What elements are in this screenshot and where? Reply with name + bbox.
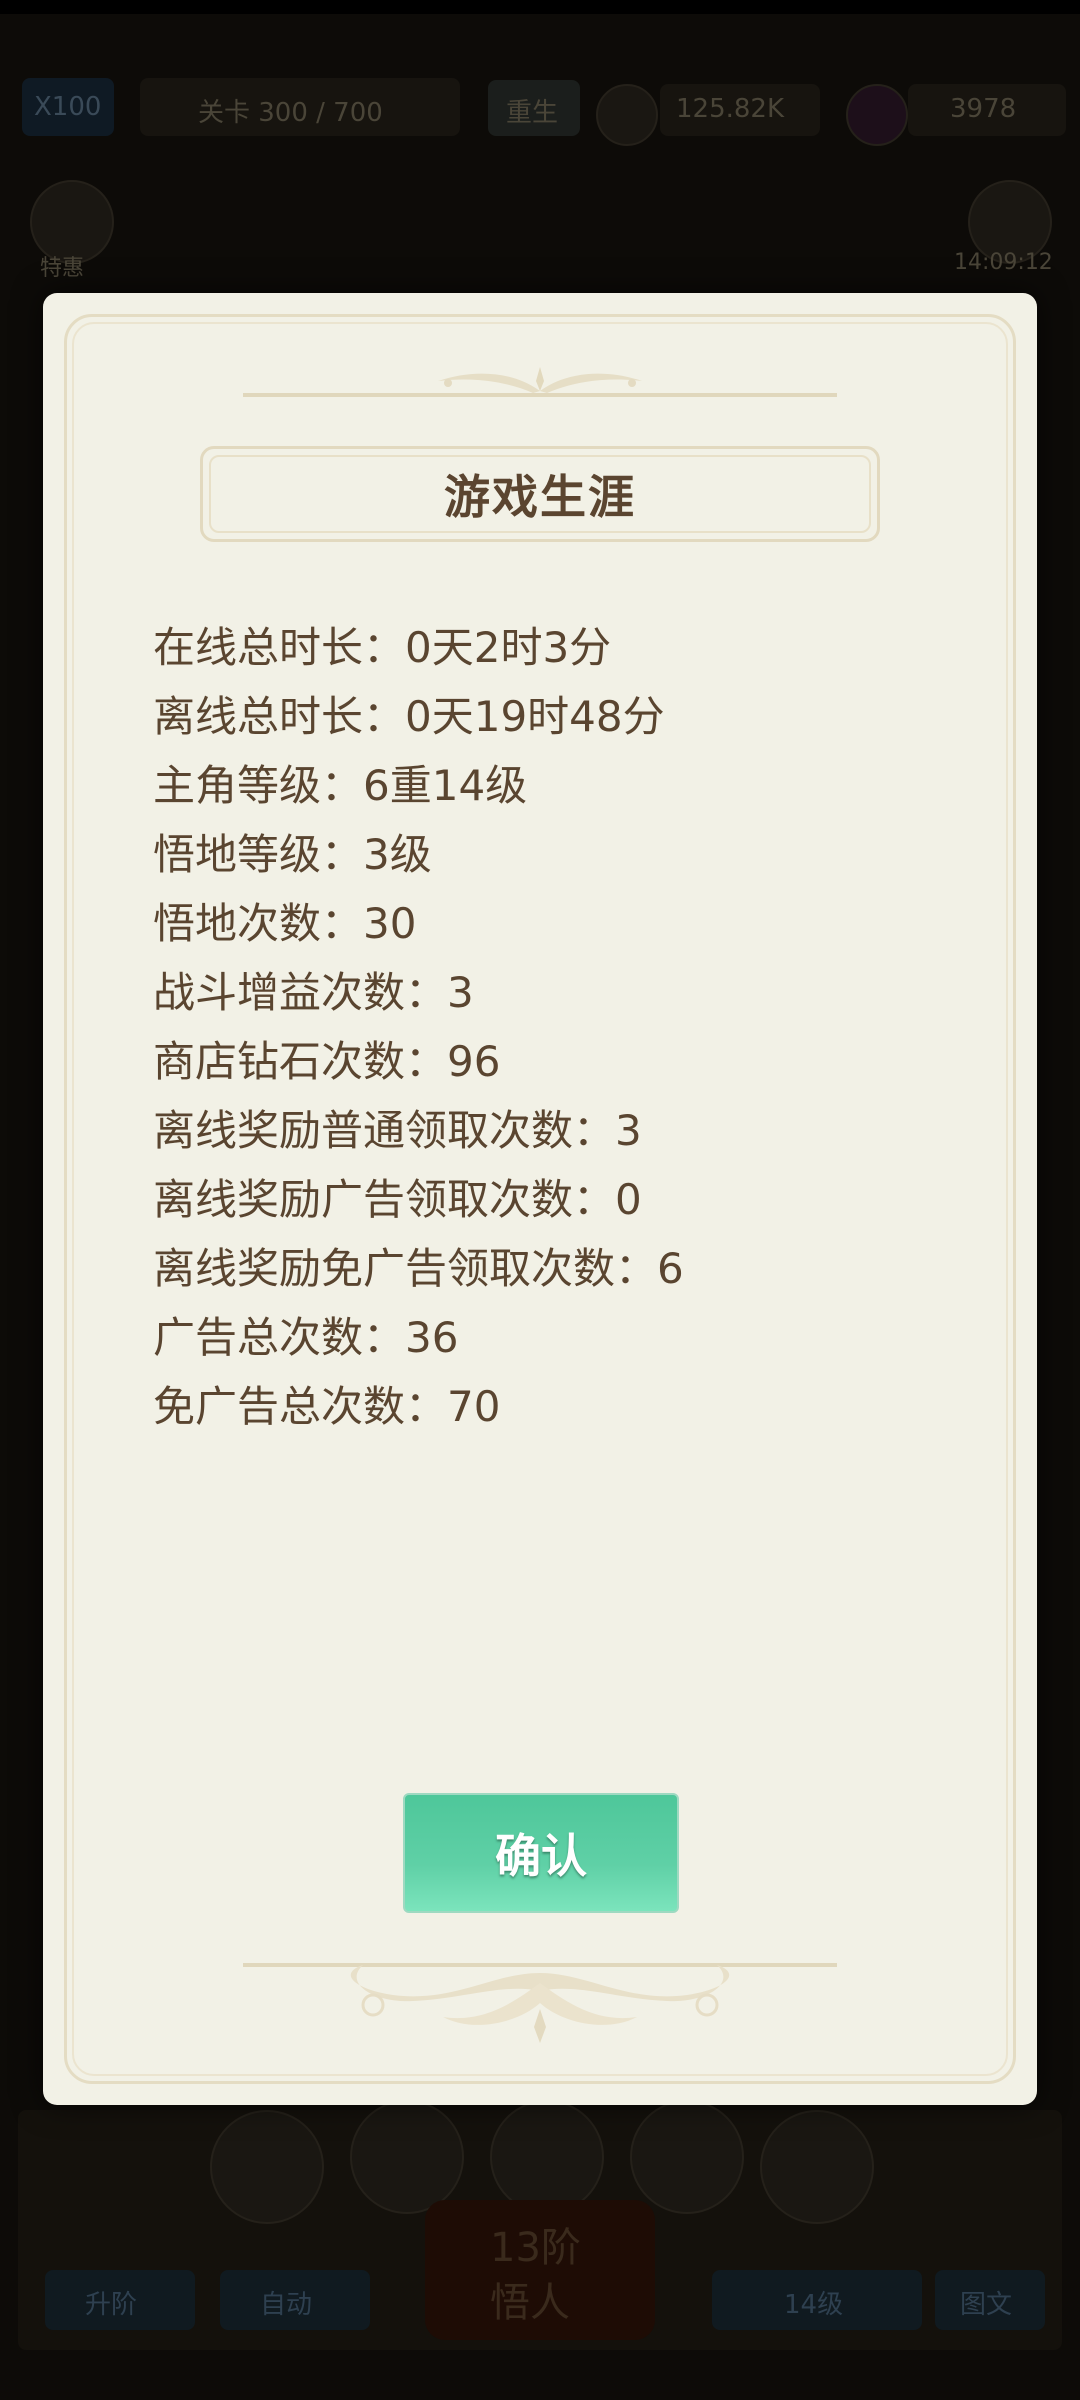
stat-offline-time: 离线总时长：0天19时48分 xyxy=(153,692,665,741)
career-dialog: 游戏生涯 在线总时长：0天2时3分 离线总时长：0天19时48分 主角等级：6重… xyxy=(43,293,1037,2105)
rebirth-label: 重生 xyxy=(506,98,559,128)
speed-label: X100 xyxy=(34,92,102,122)
bottom-right-label: 图文 xyxy=(960,2290,1013,2320)
bottom-slot-4 xyxy=(630,2100,744,2214)
status-bar xyxy=(0,0,1080,14)
career-stats-list: 在线总时长：0天2时3分 离线总时长：0天19时48分 主角等级：6重14级 悟… xyxy=(153,613,953,1441)
stat-wudi-count: 悟地次数：30 xyxy=(153,899,417,948)
upgrade-label: 升阶 xyxy=(85,2290,138,2320)
center-big-line2: 悟人 xyxy=(490,2280,570,2326)
title-frame: 游戏生涯 xyxy=(200,446,880,542)
bottom-slot-5 xyxy=(760,2110,874,2224)
coin-count: 125.82K xyxy=(676,94,785,124)
stat-shop-diamond-count: 商店钻石次数：96 xyxy=(153,1037,501,1086)
auto-label: 自动 xyxy=(260,2290,313,2320)
stat-offline-adfree-claims: 离线奖励免广告领取次数：6 xyxy=(153,1244,684,1293)
stat-offline-normal-claims: 离线奖励普通领取次数：3 xyxy=(153,1106,642,1155)
stat-hero-level: 主角等级：6重14级 xyxy=(153,761,528,810)
stat-online-time: 在线总时长：0天2时3分 xyxy=(153,623,612,672)
right-top-label: 14:09:12 xyxy=(954,250,1053,275)
gem-count: 3978 xyxy=(950,94,1017,124)
level-selector-label: 14级 xyxy=(784,2290,844,2320)
center-big-line1: 13阶 xyxy=(490,2225,581,2271)
stat-battle-buff-count: 战斗增益次数：3 xyxy=(153,968,474,1017)
top-ornament xyxy=(243,367,837,397)
confirm-button[interactable]: 确认 xyxy=(403,1793,679,1913)
bottom-slot-2 xyxy=(350,2100,464,2214)
stage-label: 关卡 300 / 700 xyxy=(198,98,383,128)
coin-icon xyxy=(596,84,658,146)
bottom-slot-1 xyxy=(210,2110,324,2224)
stat-offline-ad-claims: 离线奖励广告领取次数：0 xyxy=(153,1175,642,1224)
stat-total-adfree: 免广告总次数：70 xyxy=(153,1382,501,1431)
stat-total-ads: 广告总次数：36 xyxy=(153,1313,459,1362)
gem-icon xyxy=(846,84,908,146)
bottom-ornament xyxy=(243,1963,837,2043)
left-top-label: 特惠 xyxy=(40,256,85,281)
stat-wudi-level: 悟地等级：3级 xyxy=(153,830,432,879)
dialog-title: 游戏生涯 xyxy=(444,470,636,524)
bottom-slot-3 xyxy=(490,2100,604,2214)
